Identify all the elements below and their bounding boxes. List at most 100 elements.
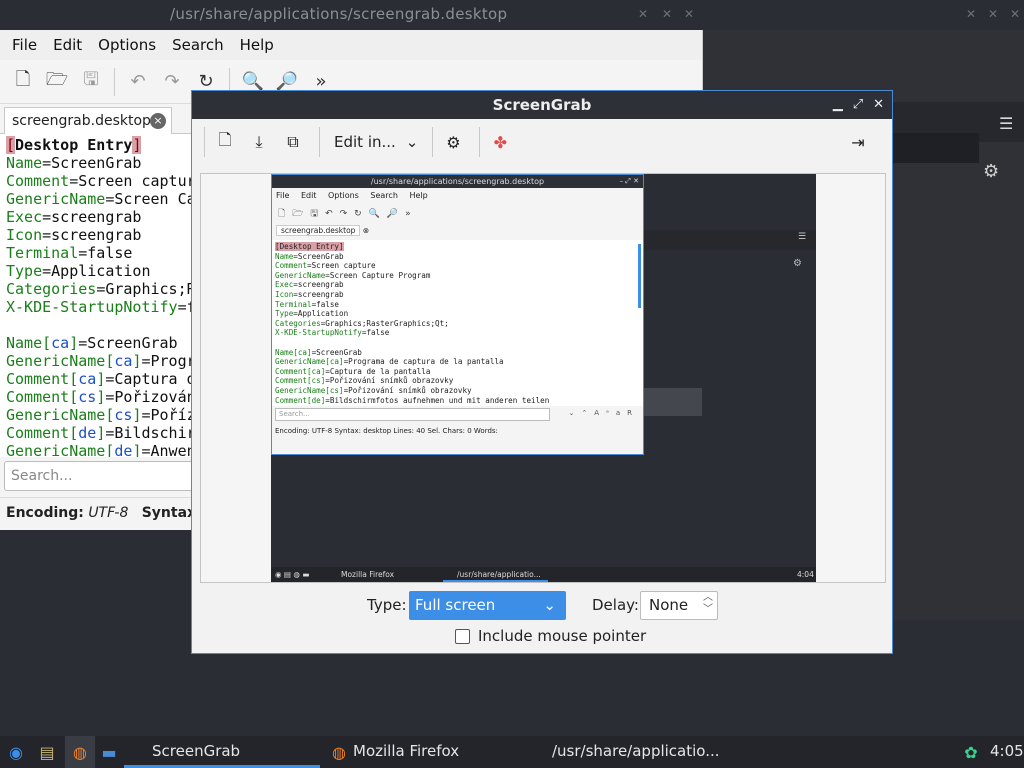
preview-code-line: Terminal=false xyxy=(275,299,340,309)
tab-screengrab-desktop[interactable]: screengrab.desktop × xyxy=(4,107,172,134)
close-icon[interactable]: ✕ xyxy=(684,7,694,21)
firefox-icon: ◍ xyxy=(332,742,346,762)
screengrab-window: ScreenGrab ▁ ⤢ ✕ 🗋 ⤓ ⧉ Edit in... ⌄ ⚙ ✤ … xyxy=(191,90,893,654)
redo-icon[interactable]: ↷ xyxy=(159,69,185,95)
desktop-icon[interactable]: ▬ xyxy=(98,741,120,763)
taskbar-firefox[interactable]: Mozilla Firefox xyxy=(353,742,459,760)
close-tab-icon[interactable]: × xyxy=(150,113,166,129)
type-value: Full screen xyxy=(415,596,496,614)
preview-code-line: Icon=screengrab xyxy=(275,289,344,299)
close-icon[interactable]: ✕ xyxy=(873,91,884,119)
save-download-icon[interactable]: ⤓ xyxy=(245,128,273,156)
encoding-value: UTF-8 xyxy=(88,505,129,521)
capture-options-row: Type: Full screen ⌄ Delay: None ︿ ﹀ xyxy=(192,591,892,621)
preview-menu-item: File xyxy=(276,191,290,200)
menu-search[interactable]: Search xyxy=(164,36,232,54)
taskbar: ◉ ▤ ◍ ▬ ScreenGrab ◍ Mozilla Firefox /us… xyxy=(0,736,1024,768)
hamburger-menu-icon[interactable]: ☰ xyxy=(999,114,1013,133)
menu-edit[interactable]: Edit xyxy=(45,36,90,54)
preview-code-line: Comment[de]=Bildschirmfotos aufnehmen un… xyxy=(275,395,550,405)
window-title: ScreenGrab xyxy=(492,96,592,114)
toolbar-separator xyxy=(319,127,320,157)
new-file-icon[interactable]: 🗋 xyxy=(10,69,36,95)
menu-bar: File Edit Options Search Help xyxy=(0,30,702,60)
background-window-title: /usr/share/applications/screengrab.deskt… xyxy=(170,5,508,23)
firefox-icon[interactable]: ◍ xyxy=(69,741,91,763)
about-icon[interactable]: ✤ xyxy=(486,128,514,156)
network-status-icon[interactable]: ✿ xyxy=(960,741,982,763)
preview-code-line: Name[ca]=ScreenGrab xyxy=(275,347,362,357)
preview-code-line xyxy=(275,338,640,348)
close-icon[interactable]: ✕ xyxy=(1010,7,1020,21)
preview-search: Search... ⌄⌃AᵃaR xyxy=(272,406,643,424)
encoding-label: Encoding: xyxy=(6,505,84,521)
preview-clock: 4:04 xyxy=(797,570,814,579)
preview-firefox-toolbar xyxy=(644,230,816,250)
clock[interactable]: 4:05 xyxy=(990,742,1024,760)
menu-help[interactable]: Help xyxy=(232,36,282,54)
minimize-icon[interactable]: ▁ xyxy=(833,91,843,119)
checkbox-box[interactable] xyxy=(455,628,470,644)
preview-code: [Desktop Entry] Name=ScreenGrab Comment=Sc… xyxy=(272,240,643,406)
maximize-icon[interactable]: ✕ xyxy=(662,7,672,21)
preview-menu-item: Search xyxy=(370,191,398,200)
preview-code-line: GenericName=Screen Capture Program xyxy=(275,270,431,280)
undo-icon[interactable]: ↶ xyxy=(125,69,151,95)
tab-label: screengrab.desktop xyxy=(12,113,151,129)
preview-code-line: [Desktop Entry] xyxy=(275,242,344,251)
edit-in-label: Edit in... xyxy=(334,133,396,151)
preview-title-text: /usr/share/applications/screengrab.deskt… xyxy=(370,177,545,186)
preview-title: /usr/share/applications/screengrab.deskt… xyxy=(272,175,643,188)
type-select[interactable]: Full screen ⌄ xyxy=(409,591,566,620)
preview-taskbar: ◉ ▤ ◍ ▬ Mozilla Firefox /usr/share/appli… xyxy=(271,567,816,582)
save-icon[interactable]: 🖫 xyxy=(78,69,104,95)
copy-icon[interactable]: ⧉ xyxy=(279,128,307,156)
preview-taskbar-icons: ◉ ▤ ◍ ▬ xyxy=(275,570,310,579)
toolbar-separator xyxy=(204,127,205,157)
preview-menu: File Edit Options Search Help xyxy=(272,188,643,204)
preview-tab: screengrab.desktop ⊗ xyxy=(272,224,643,240)
preview-code-line: Type=Application xyxy=(275,309,349,319)
preview-code-line: X-KDE-StartupNotify=false xyxy=(275,328,390,338)
chevron-down-icon: ⌄ xyxy=(405,133,419,151)
preview-code-line: Comment=Screen capture xyxy=(275,261,376,271)
gear-icon[interactable]: ⚙ xyxy=(983,161,999,182)
menu-options[interactable]: Options xyxy=(90,36,164,54)
exit-icon[interactable]: ⇥ xyxy=(844,128,872,156)
minimize-icon[interactable]: ✕ xyxy=(966,7,976,21)
toolbar-separator xyxy=(432,127,434,157)
open-folder-icon[interactable]: 🗁 xyxy=(44,69,70,95)
edit-in-dropdown[interactable]: Edit in... ⌄ xyxy=(326,133,426,151)
taskbar-screengrab[interactable]: ScreenGrab xyxy=(152,742,240,760)
delay-label: Delay: xyxy=(592,596,639,614)
preview-code-line: Name=ScreenGrab xyxy=(275,251,344,261)
taskbar-editor[interactable]: /usr/share/applicatio... xyxy=(552,742,720,760)
include-pointer-checkbox[interactable]: Include mouse pointer xyxy=(455,627,646,645)
preview-taskbar-firefox: Mozilla Firefox xyxy=(341,570,395,579)
delay-spinbox[interactable]: None ︿ ﹀ xyxy=(640,591,718,620)
minimize-icon[interactable]: ✕ xyxy=(638,7,648,21)
screengrab-toolbar: 🗋 ⤓ ⧉ Edit in... ⌄ ⚙ ✤ ⇥ xyxy=(192,119,892,165)
screenshot-image: ☰ ⚙ /usr/share/applications/screengrab.d… xyxy=(271,174,816,582)
preview-editor-window: /usr/share/applications/screengrab.deskt… xyxy=(271,174,644,455)
preview-menu-item: Options xyxy=(327,191,359,200)
preview-code-line: GenericName[ca]=Programa de captura de l… xyxy=(275,357,504,367)
type-label: Type: xyxy=(367,596,407,614)
preview-tab-label: screengrab.desktop xyxy=(276,225,361,236)
firefox-url-field[interactable] xyxy=(893,133,979,163)
start-menu-icon[interactable]: ◉ xyxy=(5,741,27,763)
file-manager-icon[interactable]: ▤ xyxy=(36,741,58,763)
preview-menu-icon: ☰ xyxy=(798,232,807,242)
preview-search-input: Search... xyxy=(275,408,550,421)
maximize-icon[interactable]: ✕ xyxy=(988,7,998,21)
preview-gear-icon: ⚙ xyxy=(793,258,802,269)
maximize-icon[interactable]: ⤢ xyxy=(853,91,863,119)
preview-search-icons: ⌄⌃AᵃaR xyxy=(568,409,639,417)
preview-code-line: Categories=Graphics;RasterGraphics;Qt; xyxy=(275,318,449,328)
preview-menu-item: Edit xyxy=(300,191,317,200)
spin-arrows-icon[interactable]: ︿ ﹀ xyxy=(703,592,713,616)
settings-gear-icon[interactable]: ⚙ xyxy=(439,128,467,156)
new-screenshot-icon[interactable]: 🗋 xyxy=(211,128,239,156)
preview-active-indicator xyxy=(443,580,548,582)
menu-file[interactable]: File xyxy=(4,36,45,54)
